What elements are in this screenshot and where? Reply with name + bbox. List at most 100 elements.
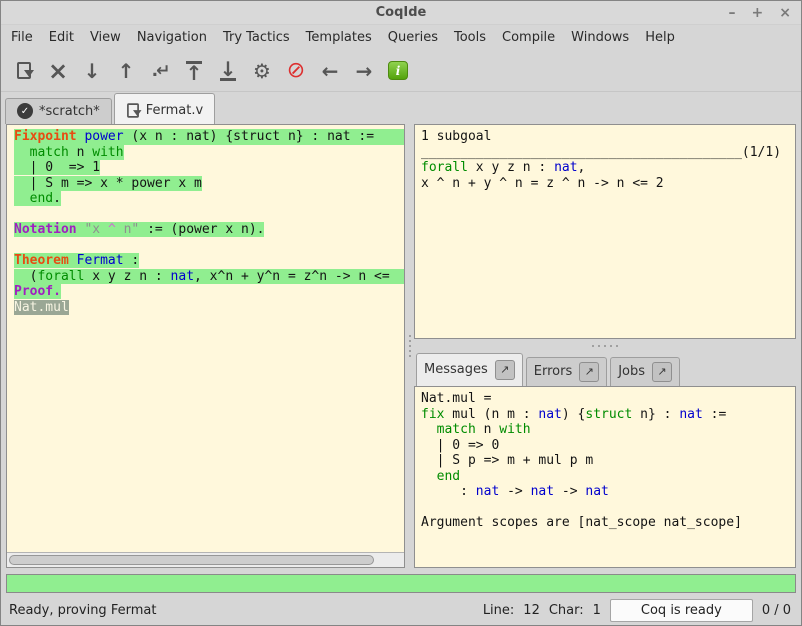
- detach-errors-button[interactable]: ↗: [579, 362, 599, 382]
- status-message: Ready, proving Fermat: [9, 603, 156, 618]
- script-editor-panel: Fixpoint power (x n : nat) {struct n} : …: [6, 124, 405, 568]
- line-value: 12: [523, 603, 540, 618]
- coq-state-indicator: Coq is ready: [610, 599, 753, 622]
- code-line: Notation "x ^ n" := (power x n).: [14, 222, 404, 238]
- menu-item-file[interactable]: File: [3, 27, 41, 48]
- code-line: end: [421, 469, 789, 485]
- editor-horizontal-scrollbar[interactable]: [7, 552, 404, 567]
- menu-item-help[interactable]: Help: [637, 27, 683, 48]
- script-editor[interactable]: Fixpoint power (x n : nat) {struct n} : …: [7, 125, 404, 552]
- interrupt-icon: ⊘: [287, 58, 305, 83]
- info-bubble-icon: i: [388, 61, 408, 80]
- horizontal-pane-divider[interactable]: [414, 339, 796, 352]
- code-line: | 0 => 1: [14, 160, 404, 176]
- code-line: Nat.mul: [14, 300, 404, 316]
- tab-jobs[interactable]: Jobs ↗: [610, 357, 680, 386]
- menu-item-queries[interactable]: Queries: [380, 27, 446, 48]
- arrow-down-icon: ↓: [84, 59, 101, 83]
- code-line: x ^ n + y ^ n = z ^ n -> n <= 2: [421, 176, 789, 192]
- go-to-end-button[interactable]: ↓: [211, 55, 245, 87]
- goals-panel: 1 subgoal_______________________________…: [414, 124, 796, 339]
- tab-errors[interactable]: Errors ↗: [526, 357, 607, 386]
- save-button[interactable]: [7, 55, 41, 87]
- forward-one-button[interactable]: ↓: [75, 55, 109, 87]
- window-title: CoqIde: [376, 5, 427, 20]
- code-line: Proof.: [14, 284, 404, 300]
- code-line: end.: [14, 191, 404, 207]
- menu-item-try-tactics[interactable]: Try Tactics: [215, 27, 298, 48]
- progress-area: [1, 570, 801, 596]
- arrow-left-icon: ←: [322, 59, 339, 83]
- minimize-button[interactable]: –: [729, 6, 736, 20]
- messages-panel: Nat.mul =fix mul (n m : nat) {struct n} …: [414, 386, 796, 568]
- menubar: File Edit View Navigation Try Tactics Te…: [1, 25, 801, 50]
- menu-item-windows[interactable]: Windows: [563, 27, 637, 48]
- arrow-up-icon: ↑: [118, 59, 135, 83]
- forward-button[interactable]: →: [347, 55, 381, 87]
- about-button[interactable]: i: [381, 55, 415, 87]
- tab-scratch[interactable]: ✓ *scratch*: [5, 98, 112, 124]
- go-to-cursor-icon: .↵: [152, 61, 169, 81]
- code-line: forall x y z n : nat,: [421, 160, 789, 176]
- detach-arrow-icon: ↗: [500, 363, 509, 376]
- code-line: | S p => m + mul p m: [421, 453, 789, 469]
- save-page-icon: [127, 103, 139, 117]
- code-line: match n with: [421, 422, 789, 438]
- menu-item-edit[interactable]: Edit: [41, 27, 82, 48]
- go-to-cursor-button[interactable]: .↵: [143, 55, 177, 87]
- code-line: [14, 207, 404, 223]
- code-line: (forall x y z n : nat, x^n + y^n = z^n -…: [14, 269, 404, 285]
- menu-item-navigation[interactable]: Navigation: [129, 27, 215, 48]
- menu-item-tools[interactable]: Tools: [446, 27, 494, 48]
- menu-item-view[interactable]: View: [82, 27, 129, 48]
- fully-check-button[interactable]: ⚙: [245, 55, 279, 87]
- back-button[interactable]: ←: [313, 55, 347, 87]
- tab-fermat-label: Fermat.v: [146, 103, 203, 118]
- tab-scratch-label: *scratch*: [39, 104, 100, 119]
- tab-fermat[interactable]: Fermat.v: [114, 93, 215, 124]
- detach-arrow-icon: ↗: [657, 365, 666, 378]
- menu-item-templates[interactable]: Templates: [298, 27, 380, 48]
- code-line: | S m => x * power x m: [14, 176, 404, 192]
- code-line: Theorem Fermat :: [14, 253, 404, 269]
- close-doc-icon: ×: [48, 57, 68, 85]
- slaves-counter: 0 / 0: [762, 603, 791, 618]
- code-line: : nat -> nat -> nat: [421, 484, 789, 500]
- check-circle-icon: ✓: [17, 103, 33, 119]
- code-line: 1 subgoal: [421, 129, 789, 145]
- tab-messages-label: Messages: [424, 362, 488, 377]
- code-line: Argument scopes are [nat_scope nat_scope…: [421, 515, 789, 531]
- tab-jobs-label: Jobs: [618, 364, 645, 379]
- arrow-right-icon: →: [356, 59, 373, 83]
- window-controls: – + ×: [729, 1, 791, 25]
- line-label: Line:: [483, 603, 514, 618]
- code-line: [421, 500, 789, 516]
- detach-jobs-button[interactable]: ↗: [652, 362, 672, 382]
- code-line: fix mul (n m : nat) {struct n} : nat :=: [421, 407, 789, 423]
- code-line: [14, 238, 404, 254]
- code-line: Nat.mul =: [421, 391, 789, 407]
- toolbar: × ↓ ↑ .↵ ↑ ↓ ⚙ ⊘ ← → i: [1, 50, 801, 92]
- titlebar: CoqIde – + ×: [1, 1, 801, 25]
- vertical-pane-divider[interactable]: [405, 124, 414, 568]
- detach-arrow-icon: ↗: [585, 365, 594, 378]
- gear-icon: ⚙: [253, 59, 271, 83]
- go-to-start-button[interactable]: ↑: [177, 55, 211, 87]
- maximize-button[interactable]: +: [752, 6, 764, 20]
- go-to-end-icon: ↓: [220, 61, 237, 81]
- code-line: ________________________________________…: [421, 145, 789, 161]
- detach-messages-button[interactable]: ↗: [495, 360, 515, 380]
- code-line: match n with: [14, 145, 404, 161]
- status-right-group: Line: 12 Char: 1 Coq is ready 0 / 0: [483, 599, 791, 622]
- right-column: 1 subgoal_______________________________…: [414, 124, 796, 568]
- backward-one-button[interactable]: ↑: [109, 55, 143, 87]
- save-icon: [17, 62, 31, 79]
- interrupt-button[interactable]: ⊘: [279, 55, 313, 87]
- close-button[interactable]: ×: [779, 6, 791, 20]
- main-area: Fixpoint power (x n : nat) {struct n} : …: [1, 124, 801, 570]
- menu-item-compile[interactable]: Compile: [494, 27, 563, 48]
- message-tabbar: Messages ↗ Errors ↗ Jobs ↗: [414, 352, 796, 386]
- scrollbar-thumb[interactable]: [9, 555, 374, 565]
- close-buffer-button[interactable]: ×: [41, 55, 75, 87]
- tab-messages[interactable]: Messages ↗: [416, 353, 523, 386]
